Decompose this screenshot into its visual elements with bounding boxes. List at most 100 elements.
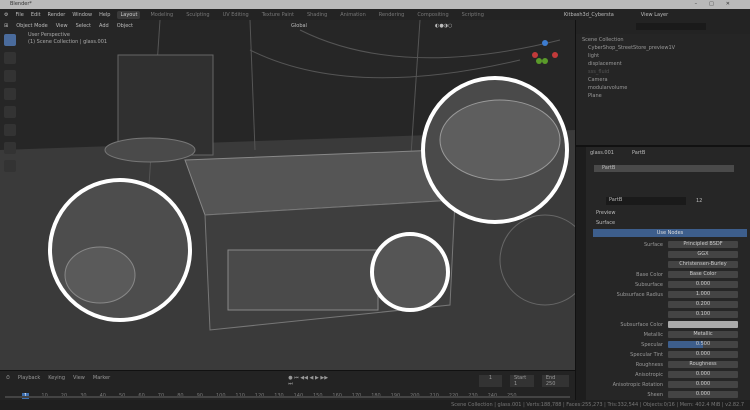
tab-scripting[interactable]: Scripting bbox=[459, 11, 487, 19]
timeline: ⏱ Playback Keying View Marker ● ⏮ ◀◀ ◀ ▶… bbox=[0, 370, 575, 400]
property-field[interactable]: 0.000 bbox=[668, 351, 738, 358]
property-label: Roughness bbox=[635, 361, 663, 368]
mode-selector[interactable]: Object Mode bbox=[16, 23, 48, 29]
cursor-tool-icon[interactable] bbox=[4, 52, 16, 64]
property-row: Specular Tint 0.000 bbox=[576, 350, 738, 359]
property-label: Subsurface Color bbox=[620, 321, 663, 328]
outliner-item[interactable]: modularvolume bbox=[576, 84, 750, 92]
menu-file[interactable]: File bbox=[15, 12, 23, 18]
section-surface[interactable]: Surface bbox=[596, 220, 615, 226]
timeline-scrollbar[interactable] bbox=[5, 396, 570, 398]
outliner-root[interactable]: Scene Collection bbox=[576, 36, 750, 44]
property-field[interactable]: 0.000 bbox=[668, 371, 738, 378]
active-object-label: (1) Scene Collection | glass.001 bbox=[28, 39, 108, 45]
end-frame-field[interactable]: End 250 bbox=[541, 375, 569, 387]
measure-tool-icon[interactable] bbox=[4, 160, 16, 172]
playback-controls[interactable]: ● ⏮ ◀◀ ◀ ▶ ▶▶ ⏭ bbox=[288, 375, 331, 387]
editor-type-icon[interactable]: ⊞ bbox=[4, 23, 8, 29]
transform-tool-icon[interactable] bbox=[4, 124, 16, 136]
outliner-item[interactable]: displacement bbox=[576, 60, 750, 68]
scale-tool-icon[interactable] bbox=[4, 106, 16, 118]
shading-modes[interactable]: ◐●◑○ bbox=[435, 23, 452, 29]
blender-logo-icon[interactable]: ⚙ bbox=[4, 12, 8, 18]
use-nodes-button[interactable]: Use Nodes bbox=[593, 229, 747, 237]
menu-view[interactable]: View bbox=[56, 23, 68, 29]
title-bar: Blender* –□✕ bbox=[0, 0, 750, 9]
navigation-gizmo[interactable] bbox=[525, 33, 565, 73]
outliner-search-input[interactable] bbox=[636, 23, 706, 30]
viewport-info: User Perspective (1) Scene Collection | … bbox=[28, 32, 107, 46]
property-field[interactable]: 0.000 bbox=[668, 281, 738, 288]
property-label: Subsurface Radius bbox=[616, 291, 663, 298]
tab-layout[interactable]: Layout bbox=[117, 10, 141, 19]
material-selector-label: PartB bbox=[609, 197, 623, 203]
property-field[interactable]: Principled BSDF bbox=[668, 241, 738, 248]
section-preview[interactable]: Preview bbox=[596, 210, 615, 216]
menu-edit[interactable]: Edit bbox=[31, 12, 41, 18]
editor-type-icon[interactable]: ⏱ bbox=[6, 375, 10, 387]
view-layer-selector[interactable]: View Layer bbox=[641, 12, 668, 18]
property-label: Specular bbox=[641, 341, 663, 348]
window-title: Blender* bbox=[10, 1, 32, 7]
outliner-item[interactable]: CyberShop_StreetStore_preview1V bbox=[576, 44, 750, 52]
menu-keying[interactable]: Keying bbox=[48, 375, 65, 387]
tab-texture-paint[interactable]: Texture Paint bbox=[259, 11, 297, 19]
property-row: 0.100 bbox=[576, 310, 738, 319]
outliner-item[interactable]: Camera bbox=[576, 76, 750, 84]
menu-marker[interactable]: Marker bbox=[93, 375, 110, 387]
transform-orientation[interactable]: Global bbox=[291, 23, 307, 29]
property-field[interactable]: Metallic bbox=[668, 331, 738, 338]
tab-modeling[interactable]: Modeling bbox=[147, 11, 176, 19]
tab-animation[interactable]: Animation bbox=[337, 11, 369, 19]
tab-uv-editing[interactable]: UV Editing bbox=[220, 11, 252, 19]
viewport-header: ⊞ Object Mode View Select Add Object Glo… bbox=[0, 20, 575, 31]
property-field[interactable] bbox=[668, 321, 738, 328]
property-row: Christensen-Burley bbox=[576, 260, 738, 269]
window-controls[interactable]: –□✕ bbox=[695, 0, 742, 9]
tab-rendering[interactable]: Rendering bbox=[376, 11, 408, 19]
menu-help[interactable]: Help bbox=[99, 12, 110, 18]
material-slot[interactable]: PartB bbox=[594, 165, 734, 172]
property-label: Subsurface bbox=[635, 281, 663, 288]
annotate-tool-icon[interactable] bbox=[4, 142, 16, 154]
property-label: Base Color bbox=[636, 271, 663, 278]
menu-render[interactable]: Render bbox=[48, 12, 66, 18]
menu-add[interactable]: Add bbox=[99, 23, 109, 29]
tab-sculpting[interactable]: Sculpting bbox=[183, 11, 212, 19]
property-field[interactable]: Roughness bbox=[668, 361, 738, 368]
outliner-item[interactable]: Plane bbox=[576, 92, 750, 100]
scene-selector[interactable]: Kitbash3d_Cybersta bbox=[564, 12, 614, 18]
rotate-tool-icon[interactable] bbox=[4, 88, 16, 100]
property-row: Subsurface 0.000 bbox=[576, 280, 738, 289]
property-row: GGX bbox=[576, 250, 738, 259]
menu-playback[interactable]: Playback bbox=[18, 375, 40, 387]
menu-object[interactable]: Object bbox=[117, 23, 133, 29]
material-slot-label: PartB bbox=[602, 165, 616, 171]
material-selector[interactable]: PartB bbox=[606, 197, 686, 205]
property-field[interactable]: 1.000 bbox=[668, 291, 738, 298]
scene-render bbox=[0, 20, 575, 370]
property-field[interactable]: 0.000 bbox=[668, 381, 738, 388]
property-field[interactable]: Christensen-Burley bbox=[668, 261, 738, 268]
outliner-item[interactable]: light bbox=[576, 52, 750, 60]
property-field[interactable]: 0.500 bbox=[668, 341, 738, 348]
3d-viewport[interactable] bbox=[0, 20, 575, 370]
property-field[interactable]: GGX bbox=[668, 251, 738, 258]
move-tool-icon[interactable] bbox=[4, 70, 16, 82]
menu-view[interactable]: View bbox=[73, 375, 85, 387]
select-tool-icon[interactable] bbox=[4, 34, 16, 46]
status-bar: Scene Collection | glass.001 | Verts:188… bbox=[0, 400, 750, 410]
property-field[interactable]: 0.200 bbox=[668, 301, 738, 308]
property-field[interactable]: 0.000 bbox=[668, 391, 738, 398]
property-field[interactable]: 0.100 bbox=[668, 311, 738, 318]
menu-select[interactable]: Select bbox=[76, 23, 91, 29]
property-field[interactable]: Base Color bbox=[668, 271, 738, 278]
current-frame-field[interactable]: 1 bbox=[478, 375, 503, 387]
start-frame-field[interactable]: Start 1 bbox=[510, 375, 534, 387]
outliner-item[interactable]: sss_fluid bbox=[576, 68, 750, 76]
property-row: Roughness Roughness bbox=[576, 360, 738, 369]
tab-compositing[interactable]: Compositing bbox=[414, 11, 451, 19]
menu-window[interactable]: Window bbox=[72, 12, 92, 18]
property-label: Surface bbox=[643, 241, 663, 248]
tab-shading[interactable]: Shading bbox=[304, 11, 330, 19]
